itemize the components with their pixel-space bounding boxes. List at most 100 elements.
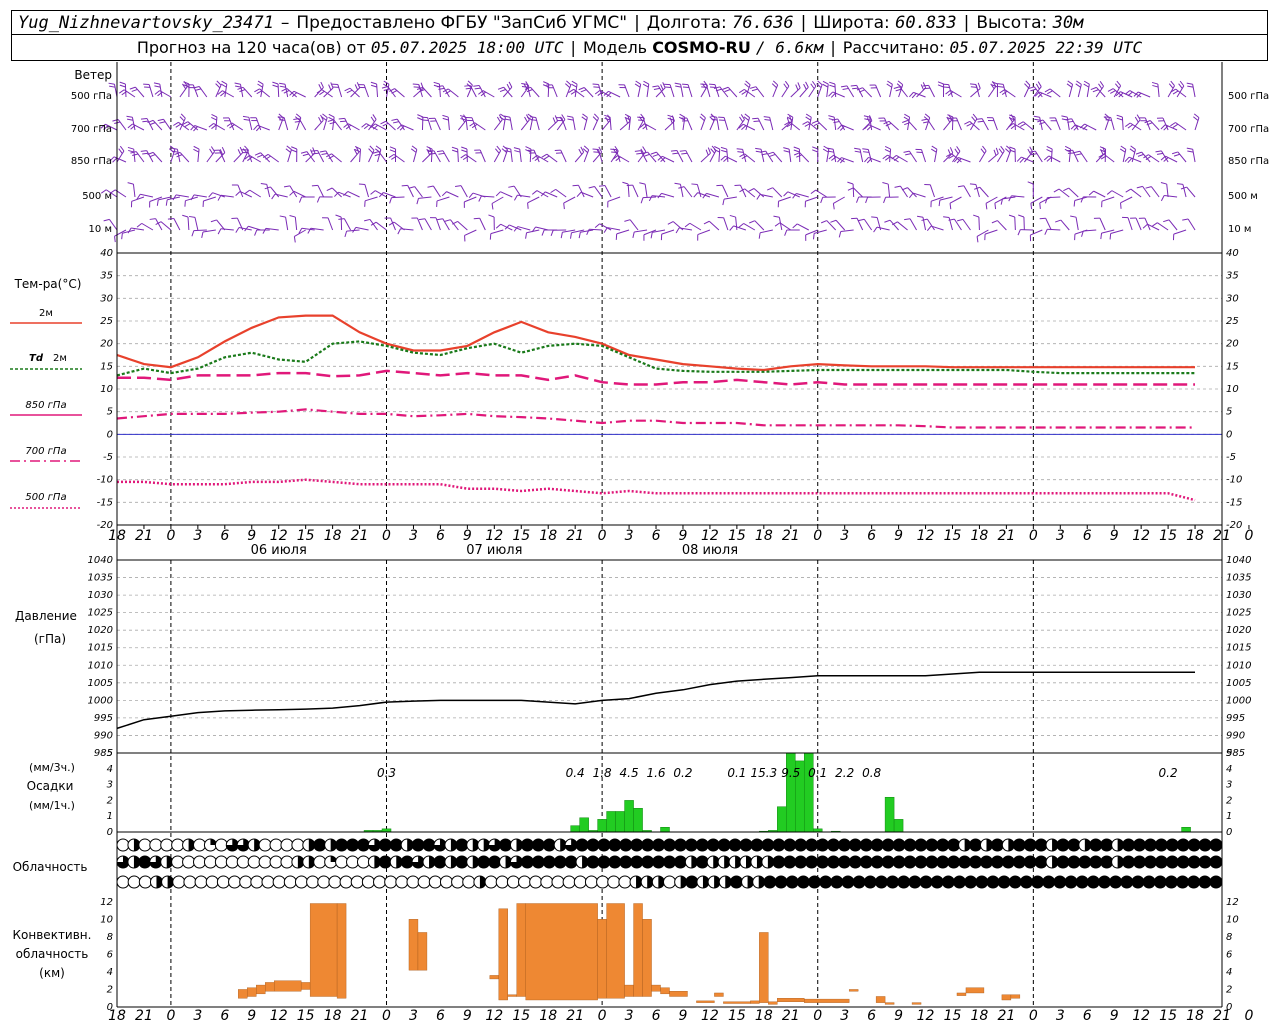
wind-barb — [744, 153, 756, 163]
wind-barb-feather — [1033, 115, 1040, 118]
wind-barb — [460, 185, 468, 198]
wind-barb-feather — [265, 155, 271, 160]
cloud-fill — [138, 856, 151, 868]
wind-barb-feather — [580, 146, 585, 153]
wind-barb — [1110, 117, 1115, 131]
x-tick-label: 21 — [135, 528, 153, 544]
temp-ytick-right: 15 — [1226, 361, 1239, 372]
wind-barb-feather — [131, 88, 138, 92]
wind-barb-feather — [764, 119, 771, 121]
precip-bar — [606, 811, 616, 833]
wind-barb-feather — [820, 197, 824, 204]
wind-barb — [975, 184, 980, 198]
wind-barb-feather — [210, 219, 217, 223]
wind-barb — [583, 87, 594, 98]
wind-barb — [907, 187, 917, 198]
cloud-circle — [172, 875, 186, 889]
wind-barb-feather — [829, 81, 836, 85]
temp-ytick-right: 10 — [1226, 384, 1239, 395]
cloud-fill — [499, 839, 512, 851]
wind-barb-feather — [642, 146, 647, 152]
cloud-fill — [903, 856, 916, 868]
wind-barb — [685, 150, 693, 163]
wind-barb-feather — [460, 154, 466, 159]
conv-bar — [633, 903, 643, 997]
wind-barb-feather — [1046, 149, 1053, 153]
cloud-fill — [543, 839, 556, 851]
wind-barb-feather — [389, 149, 396, 153]
precip-ytick-right: 2 — [1226, 795, 1232, 806]
wind-barb — [203, 196, 216, 202]
wind-barb-feather — [640, 197, 644, 204]
conv-ytick: 12 — [100, 897, 113, 908]
x-tick-label-bottom: 12 — [270, 1008, 288, 1024]
wind-barb-feather — [244, 189, 251, 195]
wind-barb-feather — [455, 185, 462, 187]
wind-barb-feather — [272, 81, 279, 85]
cloud-circle — [258, 838, 272, 852]
wind-barb-feather — [636, 152, 643, 155]
wind-barb — [1023, 121, 1034, 131]
wind-barb-feather — [632, 231, 635, 238]
cloud-fill — [893, 856, 906, 868]
wind-barb-feather — [467, 80, 473, 86]
x-tick-label: 6 — [1083, 528, 1092, 544]
wind-barb — [643, 196, 657, 199]
wind-barb — [422, 87, 432, 98]
precip-total-label: 0.1 — [727, 766, 746, 780]
x-tick-label: 9 — [679, 528, 688, 544]
wind-barb-feather — [1047, 90, 1053, 95]
cloud-fill — [1087, 876, 1100, 888]
temp-ytick-right: 5 — [1226, 407, 1232, 418]
wind-barb — [1005, 119, 1015, 131]
cloud-circle — [193, 838, 207, 852]
conv-bar — [759, 932, 769, 1003]
wind-barb-feather — [175, 123, 182, 128]
cloud-fill — [886, 876, 899, 888]
wind-barb-feather — [592, 148, 599, 151]
wind-barb-feather — [674, 82, 681, 85]
wind-barb — [350, 151, 360, 163]
wind-barb — [629, 219, 639, 231]
wind-barb-feather — [792, 223, 798, 229]
x-tick-label-bottom: 6 — [652, 1008, 661, 1024]
wind-barb-feather — [863, 115, 870, 118]
wind-barb — [284, 84, 289, 98]
wind-barb — [835, 219, 846, 231]
wind-barb — [817, 120, 828, 131]
wind-barb — [1068, 187, 1079, 198]
wind-barb — [805, 196, 818, 202]
wind-barb-feather — [193, 145, 200, 150]
wind-barb — [432, 185, 441, 198]
x-tick-label-bottom: 0 — [166, 1008, 175, 1024]
wind-barb-feather — [1061, 115, 1068, 118]
wind-barb — [1192, 149, 1196, 163]
wind-barb-feather — [388, 153, 395, 159]
wind-barb-feather — [560, 232, 563, 239]
wind-barb — [840, 229, 854, 233]
pressure-ytick-right: 1000 — [1226, 695, 1251, 706]
wind-barb-feather — [183, 81, 190, 85]
precip-unit3: (мм/3ч.) — [29, 761, 75, 774]
wind-barb-feather — [302, 153, 309, 157]
cloud-fill — [1144, 856, 1157, 868]
wind-barb-feather — [711, 118, 718, 121]
cloud-circle — [350, 875, 364, 889]
wind-barb-feather — [972, 113, 978, 120]
wind-barb-feather — [289, 215, 296, 218]
wind-barb-feather — [128, 149, 135, 153]
wind-barb-feather — [884, 219, 891, 223]
cloud-fill — [390, 839, 403, 851]
wind-barb — [949, 196, 962, 204]
conv-ytick-right: 12 — [1226, 897, 1239, 908]
x-tick-label: 15 — [512, 528, 530, 544]
cloud-fill — [1177, 856, 1190, 868]
wind-barb — [627, 183, 630, 198]
wind-barb-feather — [980, 148, 985, 154]
wind-barb-feather — [239, 89, 246, 93]
wind-barb — [909, 218, 917, 231]
wind-barb-feather — [465, 87, 472, 90]
precip-bar — [624, 800, 634, 833]
precip-bar — [786, 752, 796, 833]
cloud-circle — [529, 875, 543, 889]
